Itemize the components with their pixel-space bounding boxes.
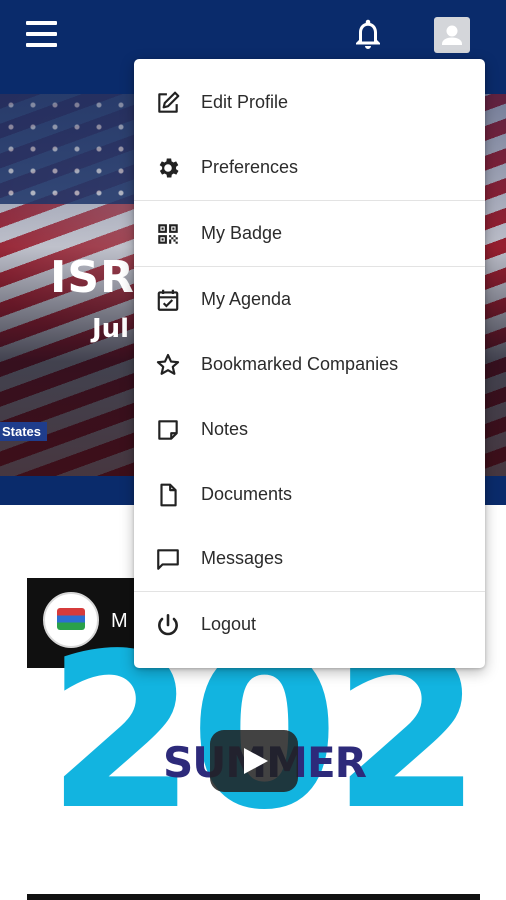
calendar-check-icon <box>155 287 181 313</box>
menu-item-label: My Badge <box>201 223 283 243</box>
menu-divider <box>134 200 485 201</box>
menu-item-label: Bookmarked Companies <box>201 354 399 374</box>
hero-subtitle: Jul <box>92 314 130 344</box>
menu-item-label: Documents <box>201 484 293 504</box>
menu-item-notes[interactable]: Notes <box>134 398 485 462</box>
star-icon <box>155 352 181 378</box>
message-icon <box>155 546 181 572</box>
menu-item-my-badge[interactable]: My Badge <box>134 202 485 266</box>
app-bar <box>0 0 506 68</box>
menu-item-documents[interactable]: Documents <box>134 463 485 527</box>
menu-item-label: Notes <box>201 419 249 439</box>
menu-item-label: Edit Profile <box>201 92 289 112</box>
profile-dropdown-menu: Edit Profile Preferences My Badge My Age… <box>134 59 485 668</box>
menu-item-label: Logout <box>201 614 257 634</box>
user-avatar-icon[interactable] <box>434 17 470 53</box>
menu-item-edit-profile[interactable]: Edit Profile <box>134 71 485 135</box>
menu-item-label: My Agenda <box>201 289 292 309</box>
menu-item-label: Messages <box>201 548 284 568</box>
hero-caption: States <box>0 422 48 441</box>
power-icon <box>155 612 181 638</box>
bell-icon[interactable] <box>350 16 386 52</box>
menu-divider <box>134 266 485 267</box>
document-icon <box>155 482 181 508</box>
menu-item-label: Preferences <box>201 157 299 177</box>
gear-icon <box>155 155 181 181</box>
note-icon <box>155 417 181 443</box>
qr-code-icon <box>155 221 181 247</box>
menu-item-my-agenda[interactable]: My Agenda <box>134 268 485 332</box>
menu-divider <box>134 591 485 592</box>
menu-item-logout[interactable]: Logout <box>134 593 485 657</box>
menu-item-messages[interactable]: Messages <box>134 527 485 591</box>
menu-item-preferences[interactable]: Preferences <box>134 136 485 200</box>
menu-item-bookmarked-companies[interactable]: Bookmarked Companies <box>134 333 485 397</box>
play-button[interactable] <box>210 730 298 792</box>
hamburger-menu-icon[interactable] <box>26 21 57 48</box>
edit-icon <box>155 90 181 116</box>
